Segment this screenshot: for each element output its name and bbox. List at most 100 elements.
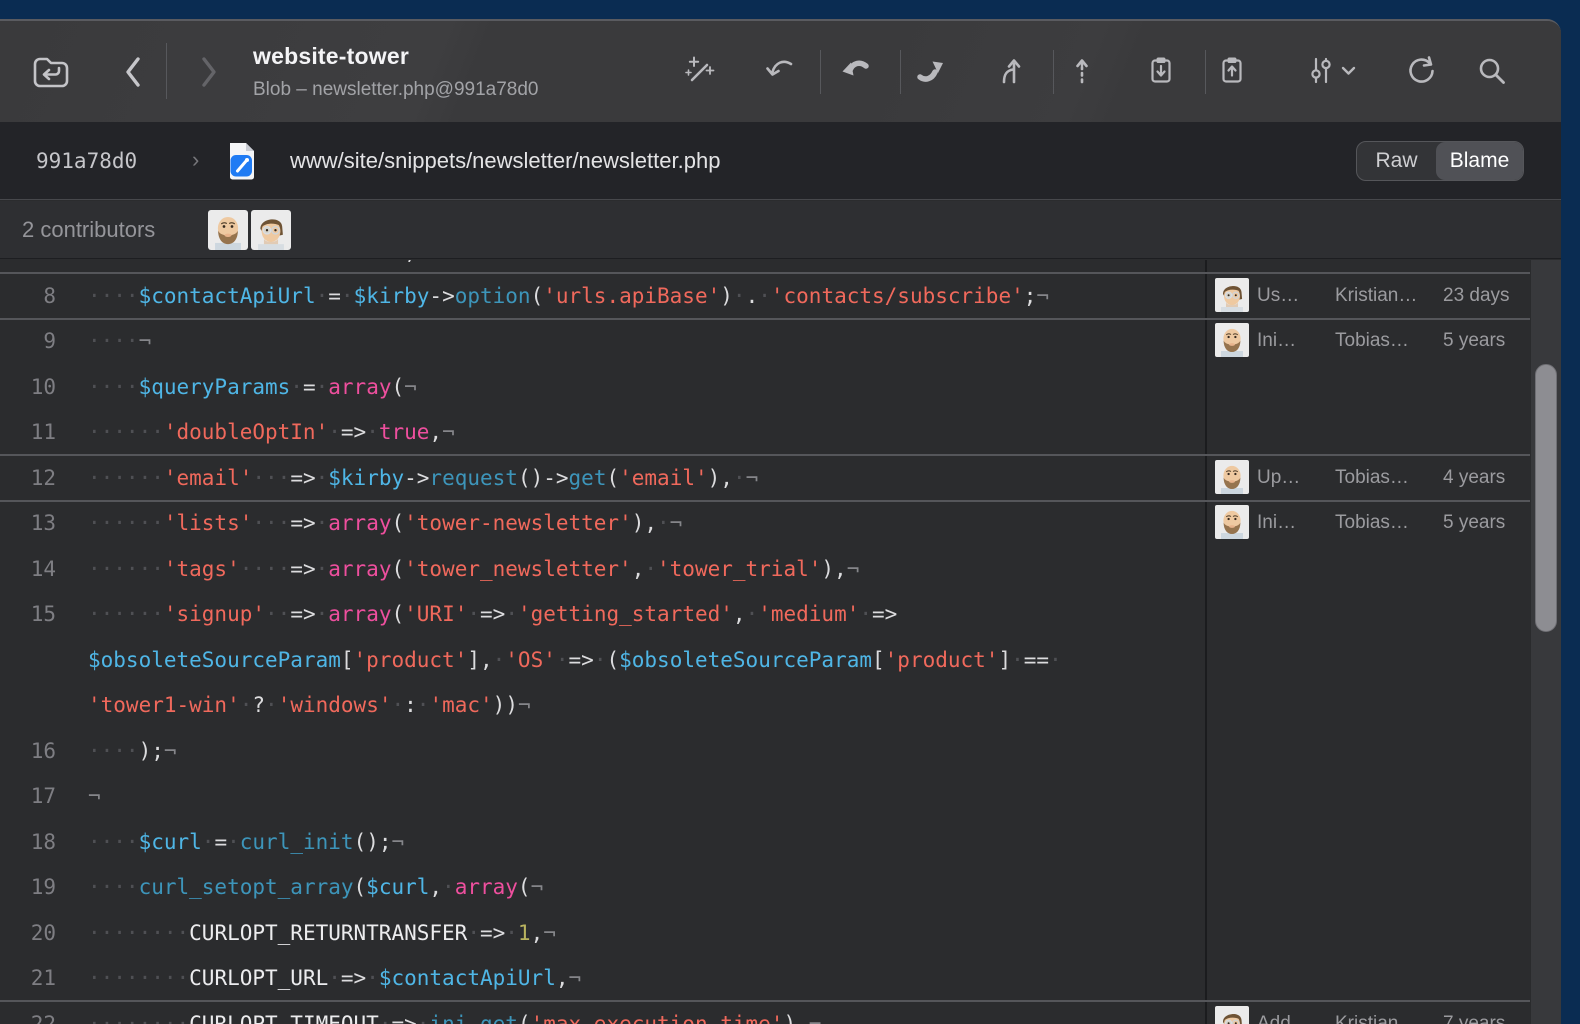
breadcrumb-file-path[interactable]: www/site/snippets/newsletter/newsletter.… xyxy=(290,122,720,200)
blame-author: Kristian… xyxy=(1335,273,1439,319)
scrollbar-thumb[interactable] xyxy=(1535,364,1557,632)
code-line: 11······'doubleOptIn'·=>·true,¬ xyxy=(0,409,1205,455)
toolbar-divider xyxy=(820,50,821,94)
magic-wand-icon xyxy=(682,53,718,89)
refresh-icon xyxy=(1402,53,1438,89)
code-line: 14······'tags'····=>·array('tower_newsle… xyxy=(0,546,1205,592)
line-number: 18 xyxy=(0,819,56,865)
blame-time: 4 years xyxy=(1443,455,1509,501)
dashed-arrow-up-icon xyxy=(1064,53,1100,89)
blame-avatar-tobias xyxy=(1215,323,1249,357)
code-line: 9····¬ xyxy=(0,318,1205,364)
code-line: 'tower1-win'·?·'windows'·:·'mac'))¬ xyxy=(0,682,1205,728)
contributors-bar: 2 contributors xyxy=(0,201,1561,259)
view-toggle: Raw Blame xyxy=(1356,141,1524,181)
code-line: 20········CURLOPT_RETURNTRANSFER·=>·1,¬ xyxy=(0,910,1205,956)
blame-row[interactable]: Ini…Tobias…5 years xyxy=(1207,318,1532,364)
line-number: 22 xyxy=(0,1001,56,1024)
blame-avatar-kristian xyxy=(1215,1006,1249,1024)
push-arrow-icon xyxy=(912,53,948,89)
folder-return-icon xyxy=(28,50,74,94)
line-number: 8 xyxy=(0,273,56,319)
blame-time: 7 years xyxy=(1443,1001,1509,1024)
code-region: ;¬8····$contactApiUrl·=·$kirby->option('… xyxy=(0,260,1561,1024)
pull-button[interactable] xyxy=(837,53,873,89)
code-line: 22········CURLOPT_TIMEOUT·=>·ini_get('ma… xyxy=(0,1001,1205,1024)
back-button[interactable] xyxy=(116,53,150,91)
breadcrumb-commit-hash[interactable]: 991a78d0 xyxy=(36,122,137,200)
merge-button[interactable] xyxy=(992,53,1028,89)
blame-pane: Us…Kristian…23 daysIni…Tobias…5 yearsUp…… xyxy=(1205,260,1530,1024)
blame-row[interactable]: Add… Kristian…7 years xyxy=(1207,1001,1532,1024)
code-line: 16····);¬ xyxy=(0,728,1205,774)
line-number: 20 xyxy=(0,910,56,956)
contributor-avatar-kristian[interactable] xyxy=(251,210,291,250)
chevron-left-icon xyxy=(116,53,150,91)
blame-author: Tobias… xyxy=(1335,500,1439,546)
line-number: 11 xyxy=(0,409,56,455)
line-number: 19 xyxy=(0,864,56,910)
stash-save-button[interactable] xyxy=(1143,53,1179,89)
line-number: 10 xyxy=(0,364,56,410)
repo-overview-button[interactable] xyxy=(28,50,74,94)
code-line: 19····curl_setopt_array($curl,·array(¬ xyxy=(0,864,1205,910)
line-number: 17 xyxy=(0,773,56,819)
merge-branch-icon xyxy=(992,53,1028,89)
cherry-pick-button[interactable] xyxy=(1064,53,1100,89)
blame-time: 5 years xyxy=(1443,318,1509,364)
blame-row[interactable]: Us…Kristian…23 days xyxy=(1207,273,1532,319)
forward-button[interactable] xyxy=(192,53,226,91)
push-button[interactable] xyxy=(912,53,948,89)
blame-row[interactable]: Ini…Tobias…5 years xyxy=(1207,500,1532,546)
line-number: 9 xyxy=(0,318,56,364)
file-icon xyxy=(226,141,258,181)
blame-time: 23 days xyxy=(1443,273,1509,319)
blame-commit-message: Ini… xyxy=(1257,500,1329,546)
window-subtitle: Blob – newsletter.php@991a78d0 xyxy=(253,79,539,101)
code-line: 12······'email'···=>·$kirby->request()->… xyxy=(0,455,1205,501)
blame-avatar-tobias xyxy=(1215,460,1249,494)
stash-apply-button[interactable] xyxy=(1214,53,1250,89)
blame-avatar-tobias xyxy=(1215,505,1249,539)
code-line: $obsoleteSourceParam['product'],·'OS'·=>… xyxy=(0,637,1205,683)
app-window: website-tower Blob – newsletter.php@991a… xyxy=(0,19,1561,1024)
search-button[interactable] xyxy=(1474,53,1510,89)
clipboard-down-icon xyxy=(1143,53,1179,89)
desktop-background: website-tower Blob – newsletter.php@991a… xyxy=(0,0,1580,1024)
blame-author: Tobias… xyxy=(1335,318,1439,364)
blame-view-button[interactable]: Blame xyxy=(1436,142,1523,180)
blame-commit-message: Add… xyxy=(1257,1001,1329,1024)
clipboard-up-icon xyxy=(1214,53,1250,89)
blame-avatar-kristian xyxy=(1215,278,1249,312)
contributors-avatars[interactable] xyxy=(208,210,291,250)
blame-row[interactable]: Up…Tobias…4 years xyxy=(1207,455,1532,501)
line-number: 16 xyxy=(0,728,56,774)
fetch-button[interactable] xyxy=(762,53,798,89)
title-block: website-tower Blob – newsletter.php@991a… xyxy=(253,43,539,101)
scrollbar-track[interactable] xyxy=(1530,260,1561,1024)
contributor-avatar-tobias[interactable] xyxy=(208,210,248,250)
line-number: 14 xyxy=(0,546,56,592)
workflows-dropdown-button[interactable] xyxy=(1300,53,1362,89)
toolbar-divider xyxy=(900,50,901,94)
toolbar-divider xyxy=(1205,50,1206,94)
toolbar-divider xyxy=(166,43,167,99)
line-number: 15 xyxy=(0,591,56,637)
search-icon xyxy=(1474,53,1510,89)
breadcrumb-bar: 991a78d0 › www/site/snippets/newsletter/… xyxy=(0,122,1561,200)
toolbar: website-tower Blob – newsletter.php@991a… xyxy=(0,21,1561,122)
line-number: 21 xyxy=(0,955,56,1001)
blame-commit-message: Ini… xyxy=(1257,318,1329,364)
refresh-button[interactable] xyxy=(1402,53,1438,89)
blame-author: Kristian… xyxy=(1335,1001,1439,1024)
chevron-right-icon xyxy=(192,53,226,91)
blame-time: 5 years xyxy=(1443,500,1509,546)
blame-commit-message: Us… xyxy=(1257,273,1329,319)
quick-actions-button[interactable] xyxy=(682,53,718,89)
raw-view-button[interactable]: Raw xyxy=(1357,142,1436,180)
code-line: 15······'signup'··=>·array('URI'·=>·'get… xyxy=(0,591,1205,637)
toolbar-divider xyxy=(1053,50,1054,94)
blame-author: Tobias… xyxy=(1335,455,1439,501)
line-number: 13 xyxy=(0,500,56,546)
pull-arrow-icon xyxy=(837,53,873,89)
